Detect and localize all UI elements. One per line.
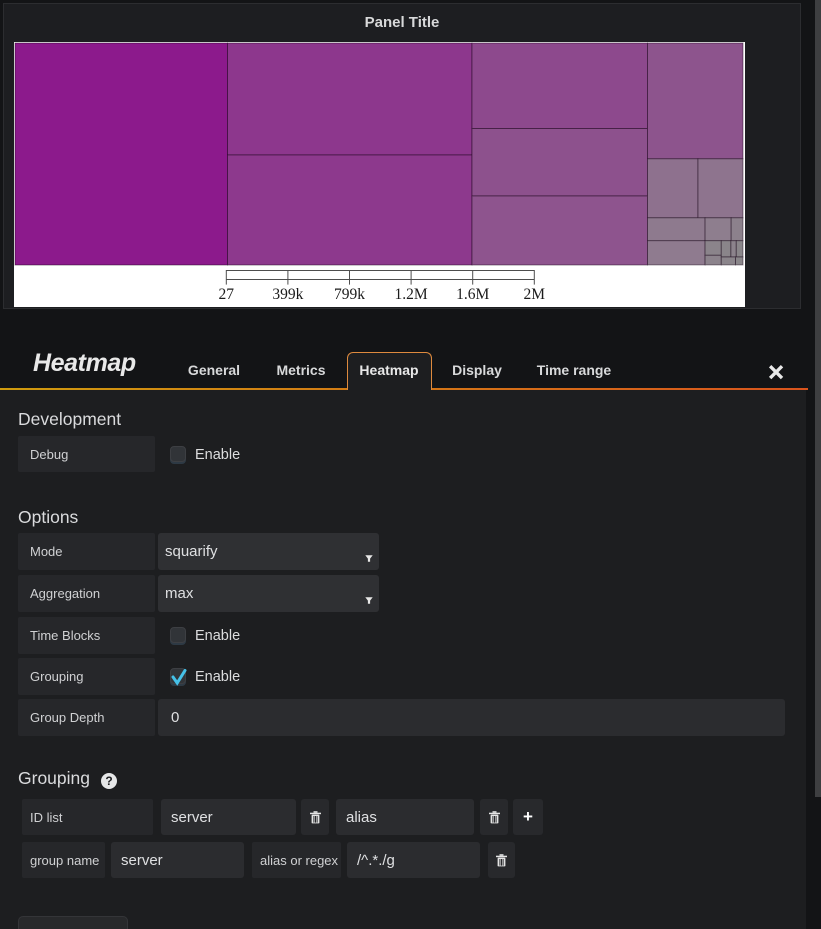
svg-text:27: 27 bbox=[219, 286, 235, 303]
svg-text:1.6M: 1.6M bbox=[456, 286, 489, 303]
svg-text:799k: 799k bbox=[334, 286, 365, 303]
svg-text:2M: 2M bbox=[524, 286, 546, 303]
svg-text:1.2M: 1.2M bbox=[395, 286, 428, 303]
svg-text:399k: 399k bbox=[272, 286, 303, 303]
